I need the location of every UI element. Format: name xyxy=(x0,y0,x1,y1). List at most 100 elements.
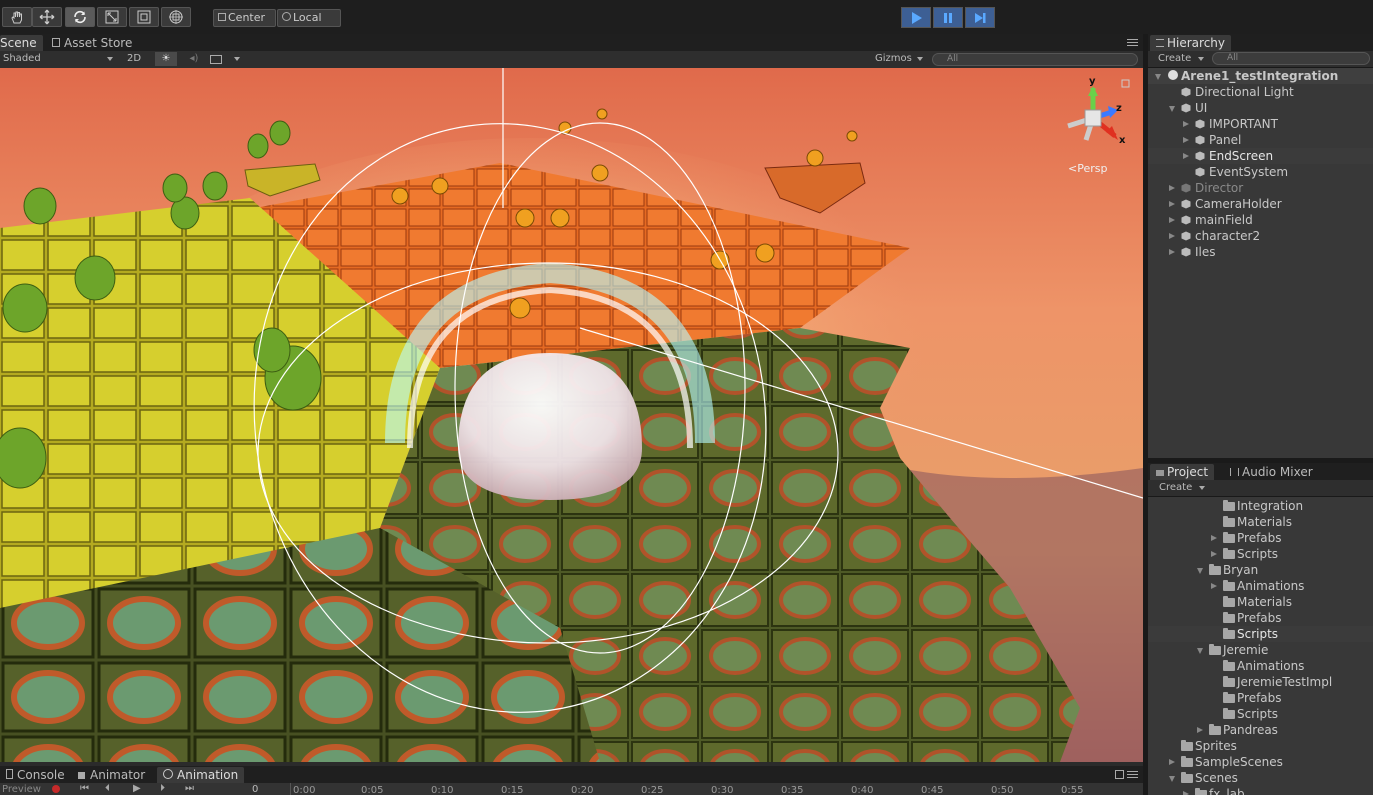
project-folder[interactable]: Prefabs xyxy=(1148,530,1373,546)
pause-icon xyxy=(944,12,952,23)
rect-tool-button[interactable] xyxy=(129,7,159,27)
play-button[interactable] xyxy=(901,7,931,28)
expand-arrow-icon xyxy=(1169,759,1175,765)
preview-toggle[interactable]: Preview xyxy=(2,784,41,795)
hierarchy-item[interactable]: EndScreen xyxy=(1148,148,1373,164)
project-folder[interactable]: Pandreas xyxy=(1148,722,1373,738)
scene-tabbar: Scene Asset Store xyxy=(0,34,1143,51)
project-folder[interactable]: Integration xyxy=(1148,498,1373,514)
folder-icon xyxy=(1209,724,1221,735)
project-folder[interactable]: JeremieTestImpl xyxy=(1148,674,1373,690)
tab-scene-label: Scene xyxy=(0,36,37,50)
next-key-button[interactable]: ⏵ xyxy=(160,783,165,794)
hierarchy-item[interactable]: Director xyxy=(1148,180,1373,196)
anim-play-button[interactable]: ▶ xyxy=(133,783,141,794)
folder-icon xyxy=(1223,692,1235,703)
hierarchy-item[interactable]: EventSystem xyxy=(1148,164,1373,180)
gameobject-cube-icon xyxy=(1181,247,1191,257)
tab-project[interactable]: Project xyxy=(1150,464,1215,480)
hierarchy-scene-row[interactable]: Arene1_testIntegration xyxy=(1148,68,1373,84)
project-folder[interactable]: Materials xyxy=(1148,514,1373,530)
gizmos-dropdown[interactable]: Gizmos xyxy=(875,52,925,66)
move-tool-button[interactable] xyxy=(32,7,62,27)
scene-viewport[interactable]: y z x <Persp xyxy=(0,68,1143,762)
speaker-icon: ◂) xyxy=(189,53,199,64)
hierarchy-create-label: Create xyxy=(1158,53,1192,64)
timeline-ruler[interactable]: 0:00 0:05 0:10 0:15 0:20 0:25 0:30 0:35 … xyxy=(290,783,1141,795)
scene-search-input[interactable]: All xyxy=(932,53,1138,66)
hand-tool-button[interactable] xyxy=(2,7,32,27)
hierarchy-item[interactable]: UI xyxy=(1148,100,1373,116)
last-key-button[interactable]: ⏭ xyxy=(185,783,194,794)
project-folder[interactable]: Sprites xyxy=(1148,738,1373,754)
panel-menu-icon[interactable] xyxy=(1127,39,1138,46)
record-button[interactable] xyxy=(52,785,60,793)
tab-hierarchy[interactable]: Hierarchy xyxy=(1150,35,1232,51)
gameobject-cube-icon xyxy=(1181,199,1191,209)
project-folder-label: Materials xyxy=(1237,515,1293,529)
hierarchy-item[interactable]: character2 xyxy=(1148,228,1373,244)
expand-arrow-icon xyxy=(1183,121,1189,127)
hierarchy-create-dropdown[interactable]: Create xyxy=(1158,52,1208,66)
project-folder[interactable]: Materials xyxy=(1148,594,1373,610)
timeline-tick: 0:45 xyxy=(921,785,944,795)
pause-button[interactable] xyxy=(933,7,963,28)
step-button[interactable] xyxy=(965,7,995,28)
tab-scene[interactable]: Scene xyxy=(0,35,43,51)
hierarchy-item[interactable]: mainField xyxy=(1148,212,1373,228)
project-folder[interactable]: Animations xyxy=(1148,578,1373,594)
perspective-toggle[interactable]: <Persp xyxy=(1068,162,1107,175)
project-folder-label: Materials xyxy=(1237,595,1293,609)
project-folder-label: Pandreas xyxy=(1223,723,1278,737)
rotate-tool-button[interactable] xyxy=(65,7,95,27)
prev-key-button[interactable]: ⏴ xyxy=(105,783,110,794)
timeline-tick: 0:55 xyxy=(1061,785,1084,795)
hierarchy-item[interactable]: Directional Light xyxy=(1148,84,1373,100)
tab-animation-label: Animation xyxy=(177,768,239,782)
hierarchy-item[interactable]: IMPORTANT xyxy=(1148,116,1373,132)
tab-animator[interactable]: Animator xyxy=(72,767,151,783)
effects-dropdown[interactable] xyxy=(210,52,240,66)
tab-console[interactable]: Console xyxy=(0,767,71,783)
project-folder[interactable]: fx_lab xyxy=(1148,786,1373,795)
hierarchy-item[interactable]: Iles xyxy=(1148,244,1373,260)
hierarchy-item[interactable]: Panel xyxy=(1148,132,1373,148)
first-key-button[interactable]: ⏮ xyxy=(80,783,89,794)
project-create-dropdown[interactable]: Create xyxy=(1159,481,1209,495)
scale-tool-button[interactable] xyxy=(97,7,127,27)
transform-tool-button[interactable] xyxy=(161,7,191,27)
project-folder[interactable]: Scripts xyxy=(1148,546,1373,562)
pivot-local-toggle[interactable]: Local xyxy=(277,9,341,27)
project-folder[interactable]: Animations xyxy=(1148,658,1373,674)
audio-toggle[interactable]: ◂) xyxy=(185,52,203,66)
project-panel: Project Audio Mixer Create Integration M… xyxy=(1148,463,1373,795)
project-folder[interactable]: Bryan xyxy=(1148,562,1373,578)
project-folder-label: SampleScenes xyxy=(1195,755,1283,769)
step-icon xyxy=(975,12,986,23)
axis-y-label: y xyxy=(1089,76,1096,87)
project-folder[interactable]: Jeremie xyxy=(1148,642,1373,658)
project-folder[interactable]: Scenes xyxy=(1148,770,1373,786)
animator-icon xyxy=(78,772,85,779)
project-folder[interactable]: Scripts xyxy=(1148,626,1373,642)
tab-asset-store[interactable]: Asset Store xyxy=(46,35,138,51)
shading-mode-dropdown[interactable]: Shaded xyxy=(3,52,115,66)
hierarchy-tabbar: Hierarchy xyxy=(1148,34,1373,51)
lock-icon[interactable] xyxy=(1115,770,1124,779)
frame-field[interactable]: 0 xyxy=(252,784,258,795)
tab-animation[interactable]: Animation xyxy=(157,767,245,783)
tab-audio-mixer[interactable]: Audio Mixer xyxy=(1224,464,1319,480)
project-folder[interactable]: Scripts xyxy=(1148,706,1373,722)
project-folder-label: Animations xyxy=(1237,579,1305,593)
hierarchy-search-input[interactable]: All xyxy=(1212,52,1370,65)
project-folder[interactable]: Prefabs xyxy=(1148,610,1373,626)
panel-menu-icon[interactable] xyxy=(1127,771,1138,778)
chevron-down-icon xyxy=(1198,57,1204,61)
project-folder[interactable]: Prefabs xyxy=(1148,690,1373,706)
project-create-label: Create xyxy=(1159,482,1193,493)
lighting-toggle[interactable]: ☀ xyxy=(155,52,177,66)
pivot-center-toggle[interactable]: Center xyxy=(213,9,276,27)
hierarchy-item[interactable]: CameraHolder xyxy=(1148,196,1373,212)
mode-2d-toggle[interactable]: 2D xyxy=(124,52,144,66)
project-folder[interactable]: SampleScenes xyxy=(1148,754,1373,770)
